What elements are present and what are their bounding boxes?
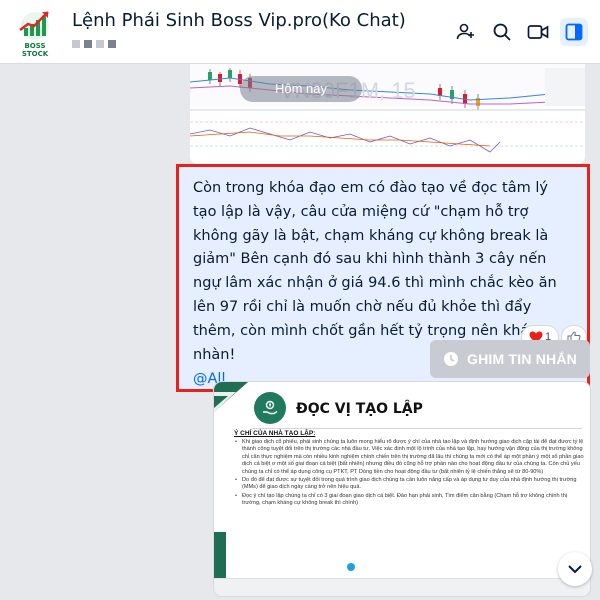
page-indicator-dot[interactable] [347,563,355,571]
document-heading: Ý CHÍ CỦA NHÀ TẠO LẬP: [234,430,316,437]
chat-header: BOSS STOCK Lệnh Phái Sinh Boss Vip.pro(K… [0,0,600,64]
logo-text: BOSS STOCK [21,42,49,58]
pin-message-label: GHIM TIN NHẮN [467,351,577,367]
member-status-dots [72,40,116,48]
message-text: Còn trong khóa đạo em có đào tạo về đọc … [193,180,557,363]
document-title: ĐỌC VỊ TẠO LẬP [296,401,423,417]
document-bullet: Do đó để đạt được sự tuyệt đối trong quá… [234,477,584,492]
clock-icon [444,352,459,366]
pin-message-button[interactable]: GHIM TIN NHẮN [430,340,590,378]
document-bullet: Đọc ý chí tạo lập chúng ta chỉ có 3 giai… [234,493,584,508]
money-hand-icon [254,392,286,424]
video-call-icon[interactable] [524,18,552,46]
add-member-icon[interactable] [452,18,480,46]
document-preview[interactable]: ĐỌC VỊ TẠO LẬP Ý CHÍ CỦA NHÀ TẠO LẬP: Kh… [214,382,590,596]
document-toolbar [214,578,590,596]
chat-area[interactable]: VN30F1M, 15 Hôm nay Còn trong khóa đạo e… [0,64,600,600]
scroll-to-bottom-button[interactable] [558,552,592,586]
group-avatar[interactable]: BOSS STOCK [12,8,58,58]
document-divider [252,428,582,429]
document-bullet: Khi giao dịch cổ phiếu, phái sinh chúng … [234,439,584,476]
sidebar-toggle-icon[interactable] [560,18,588,46]
group-title[interactable]: Lệnh Phái Sinh Boss Vip.pro(Ko Chat) [72,10,406,31]
date-separator: Hôm nay [240,76,362,102]
search-icon[interactable] [488,18,516,46]
document-body: Khi giao dịch cổ phiếu, phái sinh chúng … [234,439,584,509]
chevron-down-icon [568,565,582,574]
